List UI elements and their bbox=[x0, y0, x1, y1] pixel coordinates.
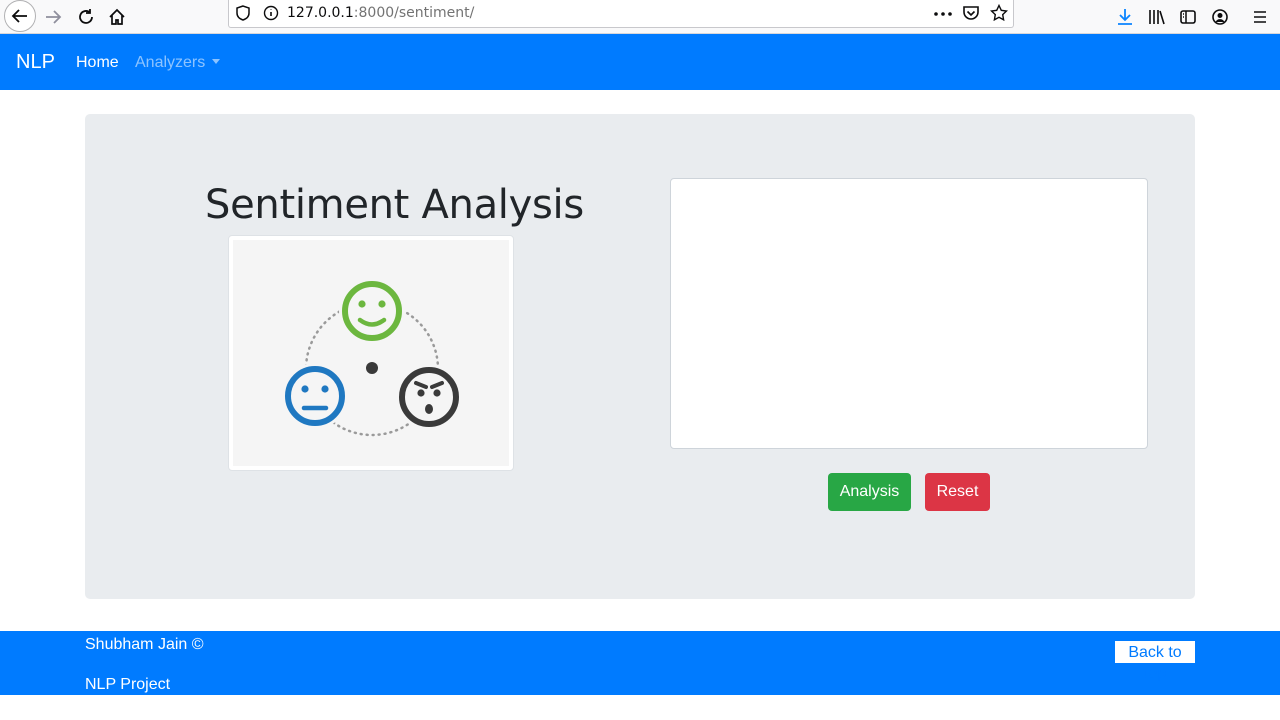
back-arrow-icon bbox=[11, 9, 27, 23]
account-button[interactable] bbox=[1205, 2, 1235, 32]
navbar-brand[interactable]: NLP bbox=[16, 51, 55, 74]
bookmark-star-icon[interactable] bbox=[990, 4, 1008, 22]
happy-face-icon bbox=[339, 278, 405, 344]
info-icon[interactable] bbox=[263, 4, 279, 22]
reload-icon bbox=[79, 9, 93, 24]
footer: Shubham Jain © NLP Project Back to top bbox=[0, 631, 1280, 695]
jumbotron: Sentiment Analysis Analysis Reset bbox=[85, 114, 1195, 599]
downloads-button[interactable] bbox=[1110, 2, 1140, 32]
url-bar[interactable]: 127.0.0.1:8000/sentiment/ bbox=[228, 0, 1014, 28]
download-icon bbox=[1118, 9, 1132, 25]
home-button[interactable] bbox=[102, 2, 132, 32]
forward-arrow-icon bbox=[46, 10, 62, 24]
url-path: :8000/sentiment/ bbox=[353, 5, 475, 21]
home-icon bbox=[109, 8, 125, 25]
browser-toolbar: 127.0.0.1:8000/sentiment/ bbox=[0, 0, 1280, 34]
url-host: 127.0.0.1 bbox=[287, 5, 354, 21]
forward-button[interactable] bbox=[38, 2, 68, 32]
page-title: Sentiment Analysis bbox=[205, 182, 584, 228]
nav-home-link[interactable]: Home bbox=[76, 54, 119, 72]
nav-analyzers-label: Analyzers bbox=[135, 54, 206, 71]
neutral-face-icon bbox=[282, 363, 348, 429]
library-button[interactable] bbox=[1142, 2, 1172, 32]
sentiment-image bbox=[228, 235, 514, 471]
back-to-top-link[interactable]: Back to top bbox=[1115, 641, 1195, 682]
sentiment-text-input[interactable] bbox=[670, 178, 1148, 449]
footer-project: NLP Project bbox=[85, 676, 171, 693]
nav-analyzers-dropdown[interactable]: Analyzers bbox=[135, 54, 221, 72]
sentiment-illustration bbox=[233, 240, 509, 466]
library-icon bbox=[1149, 10, 1165, 25]
footer-author: Shubham Jain © bbox=[85, 636, 204, 653]
pocket-icon[interactable] bbox=[962, 4, 980, 22]
angry-face-icon bbox=[396, 364, 462, 430]
account-icon bbox=[1212, 9, 1228, 25]
url-text[interactable]: 127.0.0.1:8000/sentiment/ bbox=[287, 5, 474, 21]
analysis-button[interactable]: Analysis bbox=[828, 473, 911, 511]
reset-button[interactable]: Reset bbox=[925, 473, 990, 511]
sidebar-icon bbox=[1180, 10, 1196, 24]
sentiment-faces-icon bbox=[282, 278, 462, 437]
back-button[interactable] bbox=[4, 0, 36, 32]
caret-down-icon bbox=[212, 59, 221, 64]
menu-icon bbox=[1254, 11, 1266, 23]
more-icon[interactable] bbox=[933, 6, 953, 22]
menu-button[interactable] bbox=[1245, 2, 1275, 32]
reload-button[interactable] bbox=[71, 2, 101, 32]
navbar: NLP Home Analyzers bbox=[0, 34, 1280, 90]
sidebar-button[interactable] bbox=[1173, 2, 1203, 32]
shield-icon[interactable] bbox=[235, 4, 251, 22]
